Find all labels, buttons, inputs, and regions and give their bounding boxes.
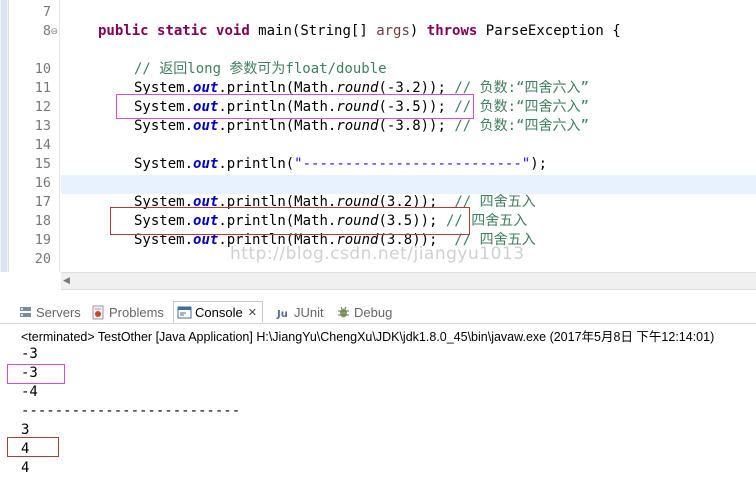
bottom-panel-tabbar: Servers Problems Console ✕ Ju JUnit Debu… bbox=[0, 298, 756, 324]
editor-horizontal-scrollbar[interactable]: ◀ bbox=[61, 272, 756, 290]
console-output-line: -3 bbox=[21, 346, 38, 362]
scroll-left-icon[interactable]: ◀ bbox=[63, 275, 70, 286]
code-editor[interactable]: 7 8 ⊖ 10 11 12 13 14 15 16 17 18 19 20 p… bbox=[0, 0, 756, 272]
console-output-line: 4 bbox=[21, 460, 30, 476]
fold-collapse-icon[interactable]: ⊖ bbox=[50, 22, 58, 41]
line-number: 12 bbox=[34, 99, 51, 115]
line-number: 19 bbox=[34, 232, 51, 248]
line-number: 20 bbox=[34, 251, 51, 267]
line-number: 18 bbox=[34, 213, 51, 229]
highlight-box-line-18 bbox=[110, 207, 470, 235]
highlight-box-line-12 bbox=[116, 94, 474, 119]
line-number: 17 bbox=[34, 194, 51, 210]
problems-icon bbox=[91, 305, 106, 320]
debug-icon bbox=[336, 305, 351, 320]
tab-junit[interactable]: Ju JUnit bbox=[276, 301, 324, 323]
close-icon[interactable]: ✕ bbox=[248, 306, 257, 319]
line-number: 7 bbox=[42, 4, 51, 20]
svg-text:Ju: Ju bbox=[276, 309, 288, 320]
highlight-box-output-2 bbox=[7, 364, 65, 384]
editor-left-ruler bbox=[0, 0, 9, 272]
servers-icon bbox=[18, 305, 33, 320]
blog-watermark: http://blog.csdn.net/jiangyu1013 bbox=[230, 244, 525, 264]
line-number-gutter: 7 8 ⊖ 10 11 12 13 14 15 16 17 18 19 20 bbox=[9, 0, 60, 272]
tab-console[interactable]: Console ✕ bbox=[173, 301, 263, 323]
code-line-8[interactable]: public static void main(String[] args) t… bbox=[98, 22, 621, 41]
line-number: 15 bbox=[34, 156, 51, 172]
current-line-highlight bbox=[61, 175, 756, 194]
line-number: 10 bbox=[34, 61, 51, 77]
tab-problems[interactable]: Problems bbox=[91, 301, 164, 323]
highlight-box-output-6 bbox=[7, 437, 59, 457]
line-number: 13 bbox=[34, 118, 51, 134]
tab-debug[interactable]: Debug bbox=[336, 301, 392, 323]
console-output-line: -------------------------- bbox=[21, 403, 241, 419]
code-line-10[interactable]: // 返回long 参数可为float/double bbox=[134, 60, 387, 79]
code-line-13[interactable]: System.out.println(Math.round(-3.8)); //… bbox=[134, 117, 589, 136]
console-icon bbox=[177, 305, 192, 320]
tab-servers[interactable]: Servers bbox=[18, 301, 81, 323]
line-number: 8 bbox=[42, 23, 51, 39]
line-number: 16 bbox=[34, 175, 51, 191]
junit-icon: Ju bbox=[276, 305, 291, 320]
code-line-15[interactable]: System.out.println("--------------------… bbox=[134, 155, 547, 174]
line-number: 14 bbox=[34, 137, 51, 153]
console-output-line: -4 bbox=[21, 384, 38, 400]
line-number: 11 bbox=[34, 80, 51, 96]
console-status-line: <terminated> TestOther [Java Application… bbox=[21, 330, 715, 344]
